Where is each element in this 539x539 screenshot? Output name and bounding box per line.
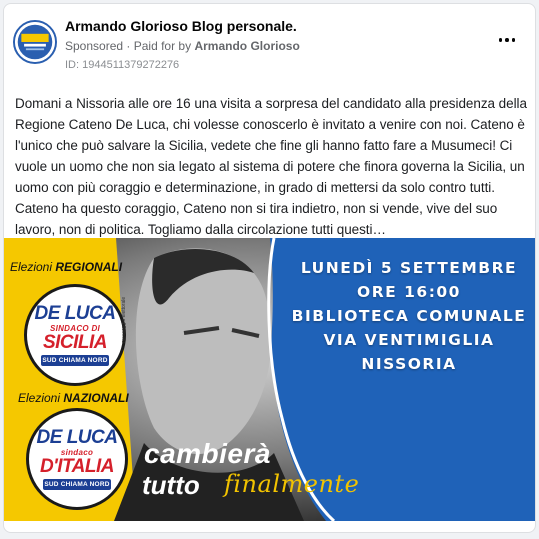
nazionali-word: NAZIONALI (63, 391, 129, 405)
de-luca-italia-badge: DE LUCA sindaco D'ITALIA SUD CHIAMA NORD (26, 408, 128, 510)
slogan-tutto: tutto (142, 470, 200, 500)
ad-id: ID: 1944511379272276 (65, 59, 180, 71)
page-name-link[interactable]: Armando Glorioso Blog personale. (65, 18, 297, 34)
post-body-text: Domani a Nissoria alle ore 16 una visita… (15, 96, 527, 237)
more-options-button[interactable] (493, 30, 521, 50)
slogan-finalmente: finalmente (224, 470, 360, 498)
page-logo-icon (15, 22, 55, 62)
electoral-message-note: messaggio elettorale (121, 296, 127, 343)
event-venue: Biblioteca Comunale (291, 307, 527, 325)
badge2-tag: SUD CHIAMA NORD (43, 479, 111, 490)
paid-for-prefix: Paid for by (133, 39, 192, 53)
payer-name[interactable]: Armando Glorioso (194, 39, 299, 53)
event-time: Ore 16:00 (357, 283, 461, 301)
sponsored-line: Sponsored · Paid for by Armando Glorioso (65, 39, 300, 53)
post-header: Armando Glorioso Blog personale. Sponsor… (4, 4, 535, 84)
regionali-word: REGIONALI (55, 260, 123, 274)
event-details: Lunedì 5 settembre Ore 16:00 Biblioteca … (281, 256, 535, 376)
regionali-prefix: Elezioni (10, 260, 53, 274)
page-avatar[interactable] (13, 20, 57, 64)
ad-image[interactable]: Elezioni REGIONALI DE LUCA SINDACO DI SI… (4, 238, 535, 521)
de-luca-sicilia-badge: DE LUCA SINDACO DI SICILIA SUD CHIAMA NO… (24, 284, 126, 386)
nazionali-label: Elezioni NAZIONALI (18, 391, 129, 405)
more-horizontal-icon (498, 38, 503, 42)
regionali-label: Elezioni REGIONALI (10, 260, 122, 274)
slogan-cambiera: cambierà (144, 438, 271, 469)
badge2-name: DE LUCA (36, 427, 118, 448)
meta-separator: · (126, 39, 131, 53)
sponsored-label: Sponsored (65, 39, 124, 53)
badge1-tag: SUD CHIAMA NORD (41, 355, 109, 366)
event-date: Lunedì 5 settembre (300, 259, 518, 277)
more-horizontal-icon (505, 38, 509, 42)
badge1-name: DE LUCA (34, 303, 116, 324)
badge1-region: SICILIA (42, 332, 108, 353)
ad-post-card: Armando Glorioso Blog personale. Sponsor… (3, 3, 536, 533)
event-town: Nissoria (361, 355, 457, 373)
nazionali-prefix: Elezioni (18, 391, 61, 405)
event-street: Via ventimiglia (323, 331, 495, 349)
badge2-region: D'ITALIA (39, 456, 115, 477)
more-horizontal-icon (511, 38, 516, 42)
